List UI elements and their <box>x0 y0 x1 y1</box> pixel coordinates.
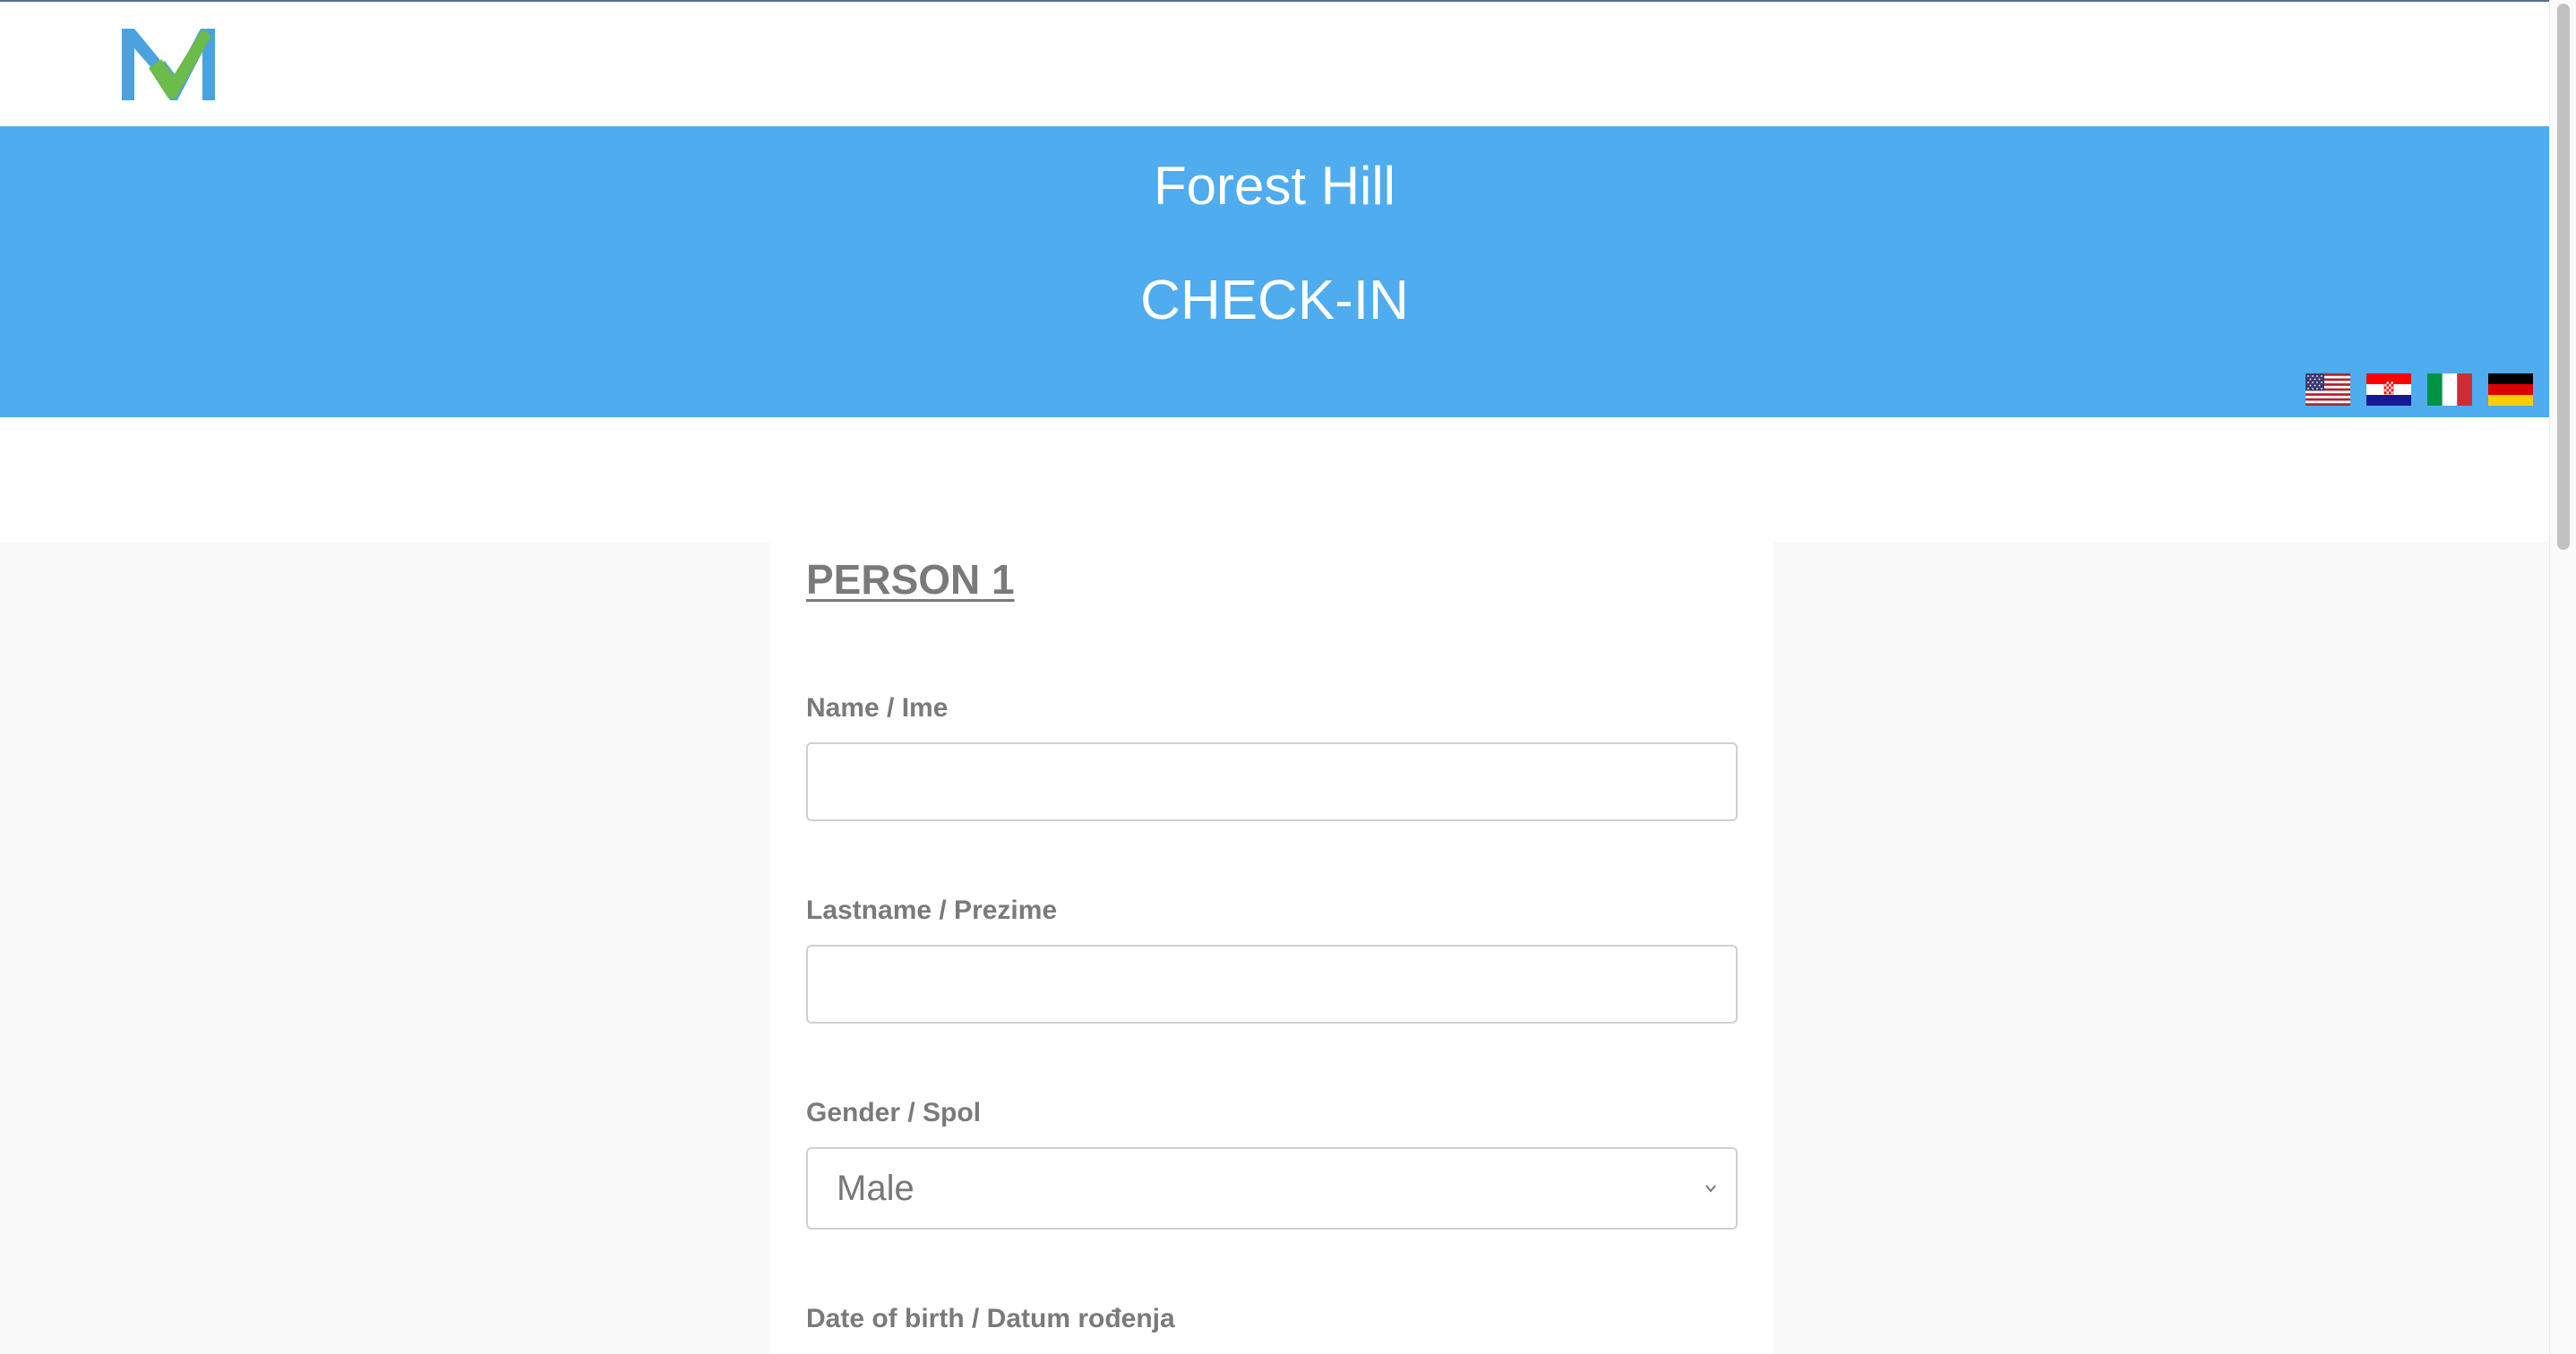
chevron-down-icon <box>1705 1185 1716 1193</box>
person-section-title: PERSON 1 <box>806 556 1015 603</box>
language-switcher <box>2306 373 2533 406</box>
lastname-label: Lastname / Prezime <box>806 896 1058 925</box>
name-input[interactable] <box>806 742 1738 821</box>
flag-croatia-icon[interactable] <box>2366 373 2411 406</box>
checkin-form: PERSON 1 Name / Ime Lastname / Prezime G… <box>770 542 1773 1354</box>
page-subtitle: CHECK-IN <box>1140 270 1409 331</box>
vertical-scrollbar[interactable] <box>2549 0 2576 1354</box>
scrollbar-thumb[interactable] <box>2557 4 2570 550</box>
gender-select-value: Male <box>837 1169 914 1208</box>
flag-us-icon[interactable] <box>2306 373 2350 406</box>
dob-label: Date of birth / Datum rođenja <box>806 1304 1175 1333</box>
lastname-input[interactable] <box>806 945 1738 1024</box>
site-header <box>0 2 2549 126</box>
flag-germany-icon[interactable] <box>2488 373 2533 406</box>
m-checkmark-logo[interactable] <box>122 29 215 100</box>
name-label: Name / Ime <box>806 693 949 723</box>
hero-banner: Forest Hill CHECK-IN <box>0 126 2549 417</box>
gender-select[interactable]: Male <box>806 1147 1738 1230</box>
property-title: Forest Hill <box>1153 156 1396 216</box>
flag-italy-icon[interactable] <box>2427 373 2472 406</box>
gender-label: Gender / Spol <box>806 1098 982 1127</box>
